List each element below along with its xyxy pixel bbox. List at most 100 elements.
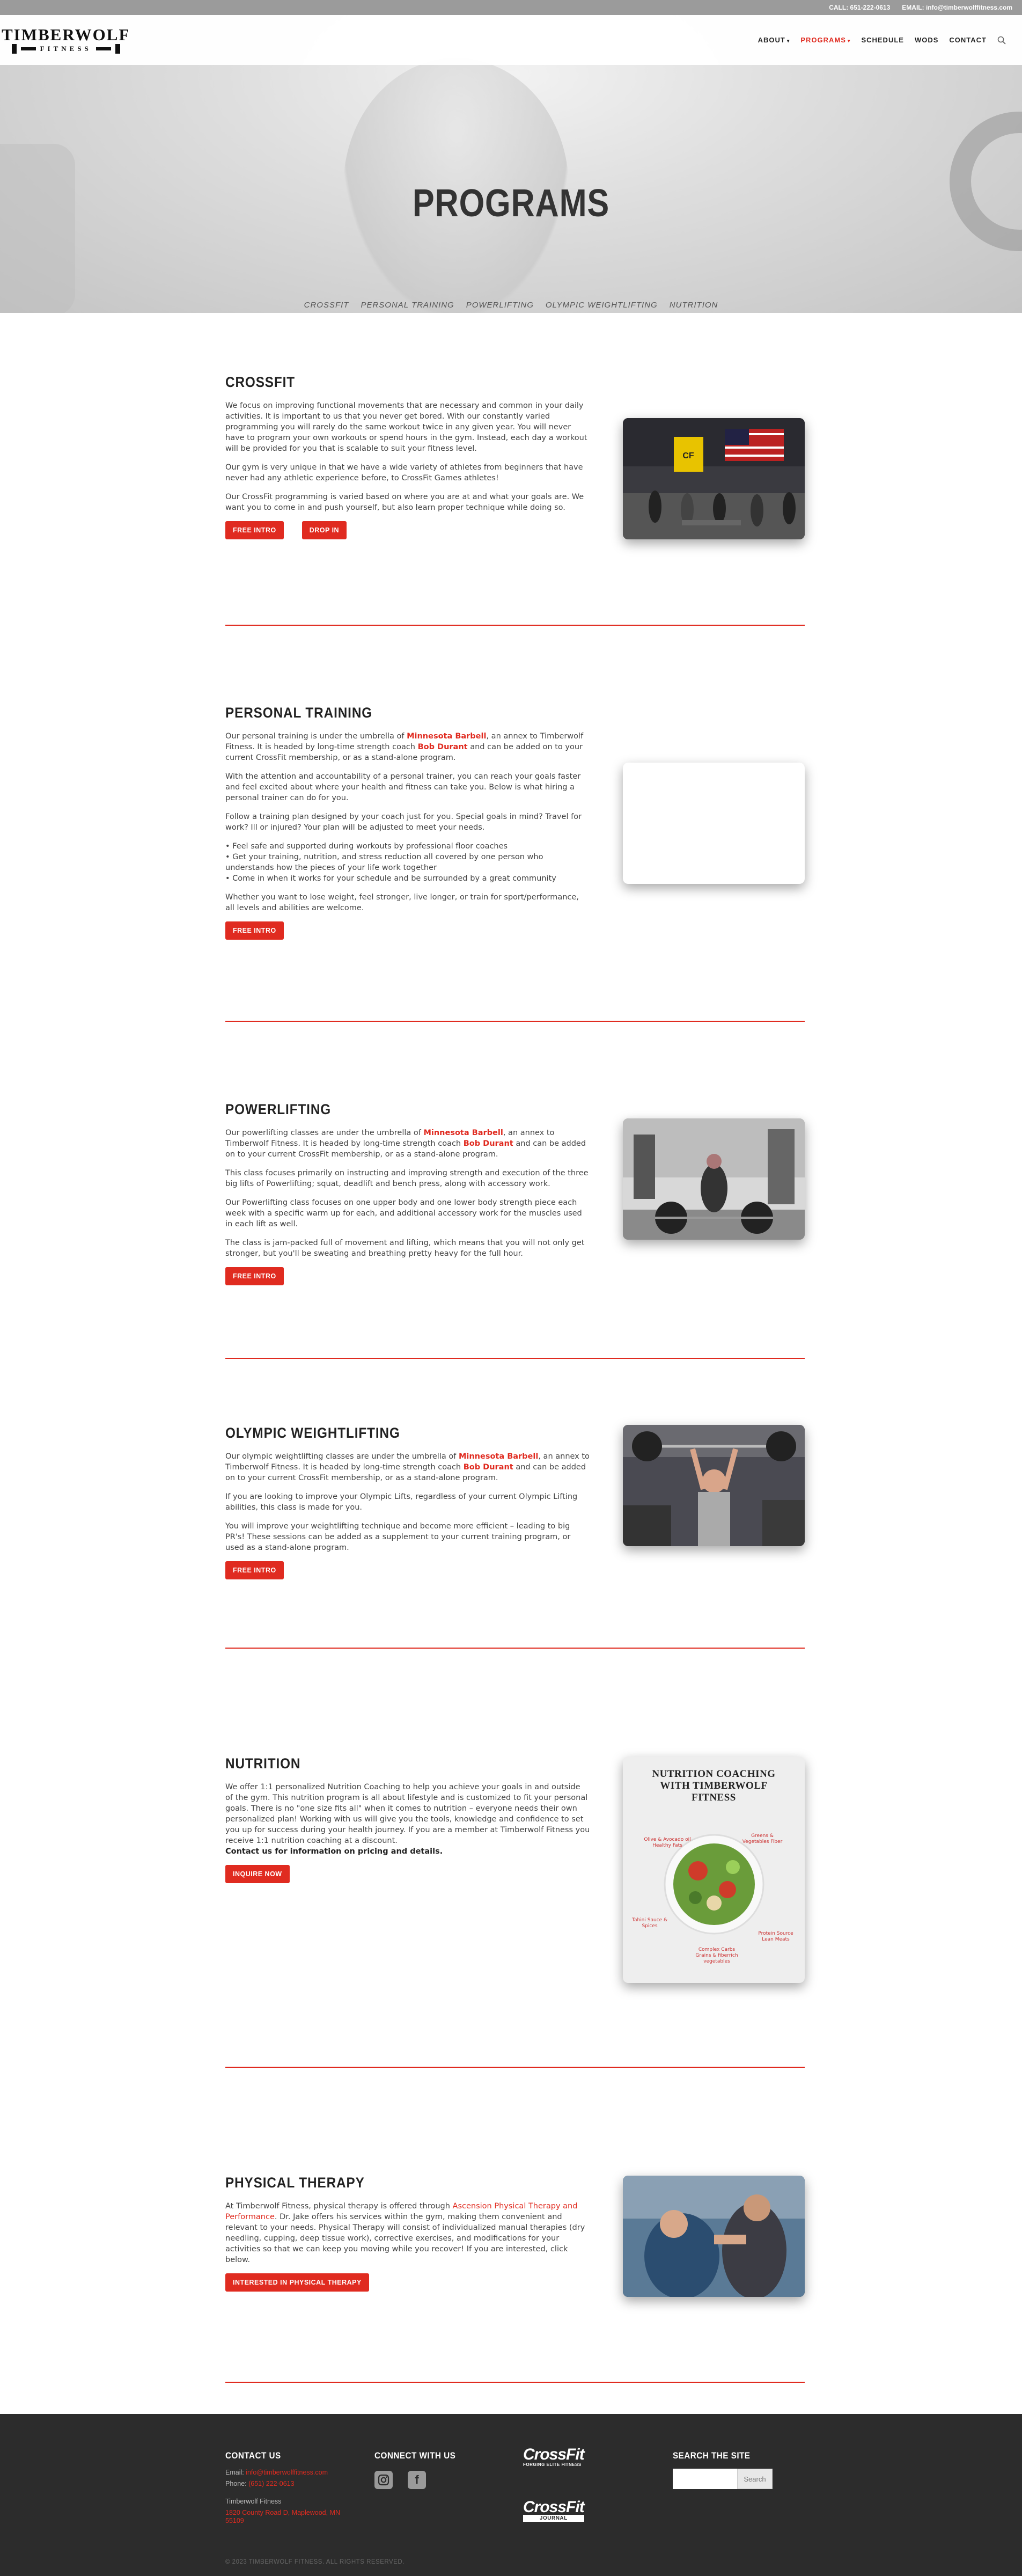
- footer-phone-link[interactable]: (651) 222-0613: [248, 2480, 294, 2487]
- nav-contact[interactable]: CONTACT: [949, 36, 987, 44]
- card-label: Protein Source Lean Meats: [758, 1931, 793, 1942]
- section-personal-training: PERSONAL TRAINING Our personal training …: [225, 705, 805, 940]
- minnesota-barbell-link[interactable]: Minnesota Barbell: [407, 732, 486, 741]
- list-item: • Get your training, nutrition, and stre…: [225, 853, 543, 872]
- tab-olympic-weightlifting[interactable]: OLYMPIC WEIGHTLIFTING: [546, 301, 658, 310]
- facebook-icon[interactable]: f: [408, 2471, 426, 2489]
- footer-address[interactable]: 1820 County Road D, Maplewood, MN 55109: [225, 2509, 340, 2525]
- footer-search: SEARCH THE SITE Search: [673, 2450, 773, 2489]
- card-label: Tahini Sauce & Spices: [631, 1918, 668, 1929]
- nutrition-coaching-card: NUTRITION COACHING WITH TIMBERWOLF FITNE…: [623, 1757, 805, 1983]
- page-title: PROGRAMS: [412, 182, 610, 225]
- footer-search-input[interactable]: [673, 2469, 737, 2489]
- section-paragraph: Follow a training plan designed by your …: [225, 813, 582, 832]
- tab-crossfit[interactable]: CROSSFIT: [304, 301, 349, 310]
- section-powerlifting: POWERLIFTING Our powerlifting classes ar…: [225, 1101, 805, 1285]
- chevron-down-icon: ▾: [847, 38, 851, 43]
- nav-programs[interactable]: PROGRAMS ▾: [800, 36, 850, 44]
- free-intro-button[interactable]: FREE INTRO: [225, 921, 284, 940]
- copyright-text: © 2023 TIMBERWOLF FITNESS. ALL RIGHTS RE…: [225, 2559, 405, 2565]
- crossfit-logo-tagline: FORGING ELITE FITNESS: [523, 2462, 582, 2467]
- section-divider: [225, 2067, 805, 2068]
- inquire-now-button[interactable]: INQUIRE NOW: [225, 1865, 290, 1883]
- site-header: TIMBERWOLF FITNESS ABOUT ▾ PROGRAMS ▾ SCHE…: [0, 15, 1022, 65]
- program-tabs: CROSSFIT PERSONAL TRAINING POWERLIFTING …: [0, 301, 1022, 310]
- topbar-email[interactable]: EMAIL: info@timberwolffitness.com: [902, 4, 1012, 11]
- section-paragraph: Our CrossFit programming is varied based…: [225, 493, 584, 512]
- section-physical-therapy: PHYSICAL THERAPY At Timberwolf Fitness, …: [225, 2175, 805, 2297]
- section-paragraph: At Timberwolf Fitness, physical therapy …: [225, 2202, 585, 2264]
- section-paragraph: This class focuses primarily on instruct…: [225, 1169, 589, 1188]
- footer-heading: CONNECT WITH US: [374, 2450, 456, 2461]
- hero-plate-image: [950, 112, 1022, 251]
- section-paragraph: Our Powerlifting class focuses on one up…: [225, 1198, 582, 1228]
- crossfit-image: CF: [623, 418, 805, 539]
- section-crossfit: CROSSFIT We focus on improving functiona…: [225, 374, 805, 539]
- logo-subtitle: FITNESS: [40, 44, 92, 53]
- section-paragraph: Our powerlifting classes are under the u…: [225, 1129, 586, 1159]
- section-paragraph: You will improve your weightlifting tech…: [225, 1522, 571, 1552]
- section-divider: [225, 625, 805, 626]
- personal-training-image: [623, 763, 805, 884]
- section-paragraph: Our gym is very unique in that we have a…: [225, 463, 583, 482]
- list-item: • Feel safe and supported during workout…: [225, 842, 508, 851]
- section-paragraph: Our olympic weightlifting classes are un…: [225, 1452, 590, 1482]
- crossfit-affiliate-logo[interactable]: CrossFit FORGING ELITE FITNESS: [523, 2446, 585, 2468]
- card-label: Greens & Vegetables Fiber: [742, 1833, 783, 1845]
- section-title: POWERLIFTING: [225, 1101, 332, 1117]
- tab-personal-training[interactable]: PERSONAL TRAINING: [361, 301, 454, 310]
- minnesota-barbell-link[interactable]: Minnesota Barbell: [459, 1452, 538, 1461]
- section-paragraph: Our personal training is under the umbre…: [225, 732, 584, 762]
- free-intro-button[interactable]: FREE INTRO: [225, 1267, 284, 1285]
- section-paragraph: We offer 1:1 personalized Nutrition Coac…: [225, 1783, 590, 1856]
- search-icon[interactable]: [997, 36, 1006, 45]
- crossfit-logo-text: CrossFit: [523, 2446, 585, 2463]
- section-title: PERSONAL TRAINING: [225, 705, 373, 721]
- footer-heading: CONTACT US: [225, 2450, 281, 2461]
- svg-text:CF: CF: [682, 451, 694, 460]
- section-paragraph: If you are looking to improve your Olymp…: [225, 1492, 578, 1512]
- drop-in-button[interactable]: DROP IN: [302, 521, 347, 539]
- footer-contact: CONTACT US Email: info@timberwolffitness…: [225, 2450, 340, 2525]
- site-footer: CONTACT US Email: info@timberwolffitness…: [0, 2414, 1022, 2576]
- powerlifting-image: [623, 1118, 805, 1240]
- physical-therapy-button[interactable]: INTERESTED IN PHYSICAL THERAPY: [225, 2273, 369, 2292]
- tab-nutrition[interactable]: NUTRITION: [670, 301, 718, 310]
- crossfit-journal-logo[interactable]: CrossFit JOURNAL: [523, 2498, 585, 2522]
- free-intro-button[interactable]: FREE INTRO: [225, 1561, 284, 1579]
- topbar-phone[interactable]: CALL: 651-222-0613: [829, 4, 890, 11]
- nav-schedule[interactable]: SCHEDULE: [861, 36, 904, 44]
- footer-search-button[interactable]: Search: [737, 2469, 773, 2489]
- card-label: Olive & Avocado oil Healthy Fats: [644, 1837, 691, 1848]
- site-logo[interactable]: TIMBERWOLF FITNESS: [2, 25, 130, 54]
- instagram-icon[interactable]: [374, 2471, 393, 2489]
- section-divider: [225, 2382, 805, 2383]
- list-item: • Come in when it works for your schedul…: [225, 874, 556, 883]
- crossfit-journal-text: CrossFit: [523, 2498, 585, 2516]
- section-divider: [225, 1358, 805, 1359]
- olympic-weightlifting-image: [623, 1425, 805, 1546]
- free-intro-button[interactable]: FREE INTRO: [225, 521, 284, 539]
- footer-phone: Phone: (651) 222-0613: [225, 2480, 295, 2487]
- section-divider: [225, 1648, 805, 1649]
- bob-durant-link[interactable]: Bob Durant: [464, 1139, 513, 1148]
- footer-heading: SEARCH THE SITE: [673, 2450, 751, 2461]
- nav-about[interactable]: ABOUT ▾: [758, 36, 790, 44]
- bob-durant-link[interactable]: Bob Durant: [464, 1463, 513, 1472]
- main-nav: ABOUT ▾ PROGRAMS ▾ SCHEDULE WODS CONTACT: [758, 36, 1006, 45]
- footer-business-name: Timberwolf Fitness: [225, 2498, 282, 2505]
- tab-powerlifting[interactable]: POWERLIFTING: [466, 301, 534, 310]
- footer-connect: CONNECT WITH US f: [374, 2450, 465, 2489]
- section-divider: [225, 1021, 805, 1022]
- footer-email-link[interactable]: info@timberwolffitness.com: [246, 2469, 328, 2476]
- nav-wods[interactable]: WODS: [915, 36, 938, 44]
- hero-bg-image: [0, 144, 75, 313]
- section-title: CROSSFIT: [225, 374, 296, 390]
- logo-wordmark: TIMBERWOLF: [2, 25, 130, 44]
- minnesota-barbell-link[interactable]: Minnesota Barbell: [423, 1129, 503, 1137]
- section-nutrition: NUTRITION We offer 1:1 personalized Nutr…: [225, 1755, 805, 1983]
- chevron-down-icon: ▾: [786, 38, 790, 43]
- top-bar: CALL: 651-222-0613 EMAIL: info@timberwol…: [0, 0, 1022, 15]
- bob-durant-link[interactable]: Bob Durant: [418, 743, 468, 751]
- physical-therapy-image: [623, 2176, 805, 2297]
